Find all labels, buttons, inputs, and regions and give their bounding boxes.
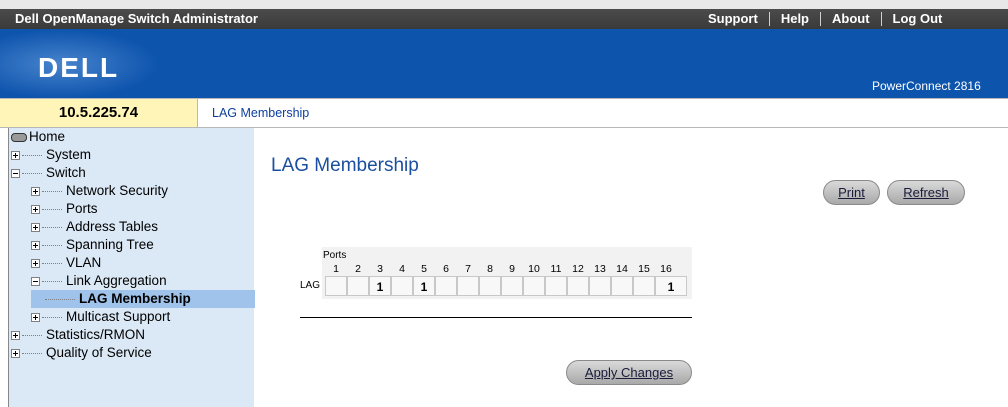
tree-multicast-support-label: Multicast Support (66, 309, 171, 324)
lag-cell-port-11[interactable] (545, 276, 567, 296)
tree-link-aggregation-label: Link Aggregation (66, 273, 167, 288)
tree-switch-label: Switch (46, 165, 86, 180)
lag-cell-port-2[interactable] (347, 276, 369, 296)
apply-changes-button[interactable]: Apply Changes (566, 360, 692, 385)
tree-quality-of-service-label: Quality of Service (46, 345, 152, 360)
lag-cell-port-13[interactable] (589, 276, 611, 296)
tree-link-aggregation[interactable]: Link Aggregation (31, 272, 167, 290)
expand-icon[interactable] (11, 150, 20, 160)
lag-cell-port-4[interactable] (391, 276, 413, 296)
expand-icon[interactable] (31, 312, 40, 322)
lag-cell-port-15[interactable] (633, 276, 655, 296)
port-number: 11 (550, 263, 562, 275)
port-number: 5 (421, 263, 427, 275)
expand-icon[interactable] (31, 222, 40, 232)
print-button[interactable]: Print (823, 180, 880, 205)
port-number: 14 (616, 263, 628, 275)
tree-ports-label: Ports (66, 201, 98, 216)
top-bar: Dell OpenManage Switch Administrator Sup… (0, 0, 1008, 29)
lag-cell-port-3[interactable]: 1 (369, 276, 391, 296)
top-links: Support Help About Log Out (700, 9, 953, 29)
lag-cell-port-6[interactable] (435, 276, 457, 296)
help-link[interactable]: Help (768, 12, 820, 26)
expand-icon[interactable] (11, 330, 20, 340)
port-number: 15 (638, 263, 650, 275)
collapse-icon[interactable] (11, 168, 20, 178)
tree-network-security-label: Network Security (66, 183, 169, 198)
tree-quality-of-service[interactable]: Quality of Service (11, 344, 152, 362)
lag-cell-port-1[interactable] (325, 276, 347, 296)
lag-row-label: LAG (300, 280, 321, 291)
port-number: 16 (660, 263, 672, 275)
tree-lag-membership[interactable]: LAG Membership (31, 290, 255, 308)
port-number: 7 (465, 263, 471, 275)
tree-statistics-rmon-label: Statistics/RMON (46, 327, 146, 342)
port-number: 4 (399, 263, 405, 275)
tree-system[interactable]: System (11, 146, 91, 164)
tree-address-tables-label: Address Tables (66, 219, 159, 234)
divider (300, 317, 692, 318)
page-title: LAG Membership (271, 155, 419, 176)
refresh-button[interactable]: Refresh (887, 180, 965, 205)
tree-network-security[interactable]: Network Security (31, 182, 168, 200)
tree-home[interactable]: Home (11, 128, 65, 146)
tree-vlan[interactable]: VLAN (31, 254, 101, 272)
about-link[interactable]: About (820, 12, 881, 26)
tree-spanning-tree[interactable]: Spanning Tree (31, 236, 154, 254)
lag-cell-port-7[interactable] (457, 276, 479, 296)
navigation-tree: Home System Switch Network Security Port… (8, 128, 255, 407)
lag-cell-port-16[interactable]: 1 (655, 276, 687, 296)
port-number: 10 (528, 263, 540, 275)
header-banner: DELL PowerConnect 2816 (0, 29, 1008, 98)
tree-system-label: System (46, 147, 92, 162)
lag-cell-port-5[interactable]: 1 (413, 276, 435, 296)
tree-ports[interactable]: Ports (31, 200, 98, 218)
ports-header: Ports (323, 250, 347, 261)
lag-cell-port-12[interactable] (567, 276, 589, 296)
tree-lag-membership-label: LAG Membership (79, 291, 191, 306)
tree-address-tables[interactable]: Address Tables (31, 218, 158, 236)
port-number: 3 (377, 263, 383, 275)
dell-logo: DELL (38, 52, 120, 83)
tree-switch[interactable]: Switch (11, 164, 86, 182)
port-number: 13 (594, 263, 606, 275)
port-number: 2 (355, 263, 361, 275)
lag-cell-port-8[interactable] (479, 276, 501, 296)
logout-link[interactable]: Log Out (880, 12, 954, 26)
expand-icon[interactable] (31, 258, 40, 268)
product-model: PowerConnect 2816 (872, 79, 981, 93)
expand-icon[interactable] (31, 186, 40, 196)
address-strip: 10.5.225.74 LAG Membership (0, 98, 1008, 128)
tree-statistics-rmon[interactable]: Statistics/RMON (11, 326, 145, 344)
tree-spanning-tree-label: Spanning Tree (66, 237, 154, 252)
tree-vlan-label: VLAN (66, 255, 102, 270)
expand-icon[interactable] (31, 240, 40, 250)
collapse-icon[interactable] (31, 276, 40, 286)
lag-cell-port-14[interactable] (611, 276, 633, 296)
expand-icon[interactable] (11, 348, 20, 358)
tree-home-label: Home (29, 129, 66, 144)
home-icon (11, 132, 27, 142)
port-number: 6 (443, 263, 449, 275)
lag-cell-port-10[interactable] (523, 276, 545, 296)
port-number: 9 (509, 263, 515, 275)
device-ip: 10.5.225.74 (0, 99, 198, 127)
app-title: Dell OpenManage Switch Administrator (15, 11, 258, 26)
port-number: 12 (572, 263, 584, 275)
port-number: 1 (333, 263, 339, 275)
support-link[interactable]: Support (700, 12, 769, 26)
expand-icon[interactable] (31, 204, 40, 214)
tree-multicast-support[interactable]: Multicast Support (31, 308, 170, 326)
port-number: 8 (487, 263, 493, 275)
lag-cell-port-9[interactable] (501, 276, 523, 296)
breadcrumb[interactable]: LAG Membership (212, 99, 309, 127)
